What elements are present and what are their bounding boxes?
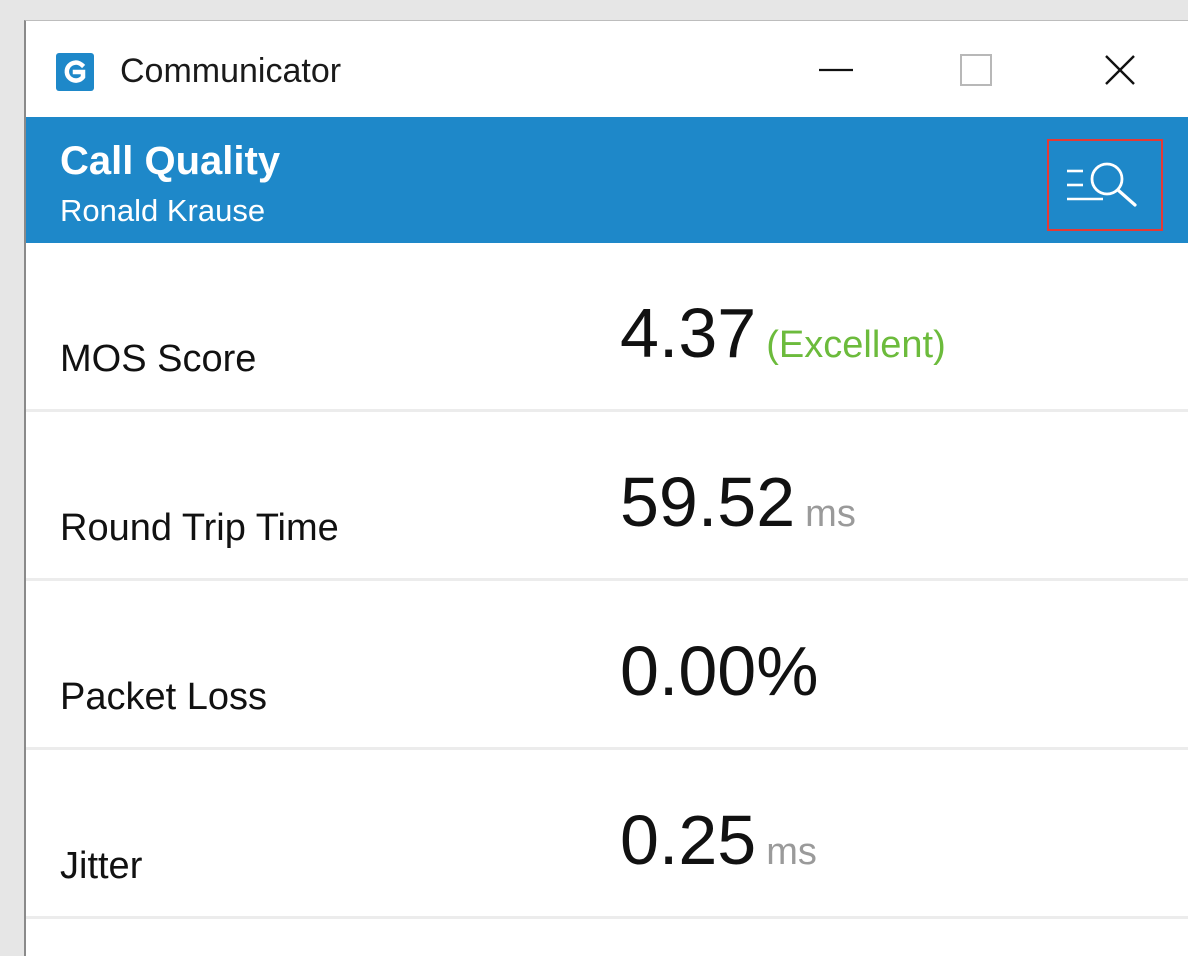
metric-label: Jitter [60,845,143,887]
title-bar: Communicator [26,21,1188,117]
minimize-icon [819,68,853,72]
details-search-icon [1067,162,1137,207]
metric-unit: ms [805,493,856,535]
metric-row-mos-score: MOS Score 4.37 (Excellent) [26,243,1188,412]
metric-value: 59.52 [620,463,796,541]
details-search-button[interactable] [1047,139,1163,231]
close-button[interactable] [1080,39,1160,101]
metric-value-group: 59.52 ms [620,462,856,562]
communicator-logo-icon [56,53,94,91]
minimize-button[interactable] [796,39,876,101]
call-quality-header: Call Quality Ronald Krause [26,117,1188,243]
metric-value-group: 0.25 ms [620,800,817,900]
metric-value-group: 0.00% [620,631,818,731]
contact-name: Ronald Krause [60,193,266,228]
metric-value: 0.25 [620,801,757,879]
maximize-button[interactable] [936,39,1016,101]
page-title: Call Quality [60,139,281,183]
maximize-icon [960,54,992,86]
close-icon [1105,55,1135,85]
communicator-window: Communicator Call Quality Ronald Krause [24,20,1188,956]
metric-row-packet-loss: Packet Loss 0.00% [26,581,1188,750]
metrics-list: MOS Score 4.37 (Excellent) Round Trip Tim… [26,243,1188,919]
metric-label: MOS Score [60,338,257,380]
metric-rating: (Excellent) [766,324,946,366]
metric-row-round-trip-time: Round Trip Time 59.52 ms [26,412,1188,581]
metric-value-group: 4.37 (Excellent) [620,293,946,393]
metric-label: Packet Loss [60,676,267,718]
metric-label: Round Trip Time [60,507,339,549]
metric-value: 0.00% [620,632,819,710]
metric-value: 4.37 [620,294,757,372]
metric-row-jitter: Jitter 0.25 ms [26,750,1188,919]
metric-unit: ms [766,831,817,873]
window-title: Communicator [120,52,342,90]
